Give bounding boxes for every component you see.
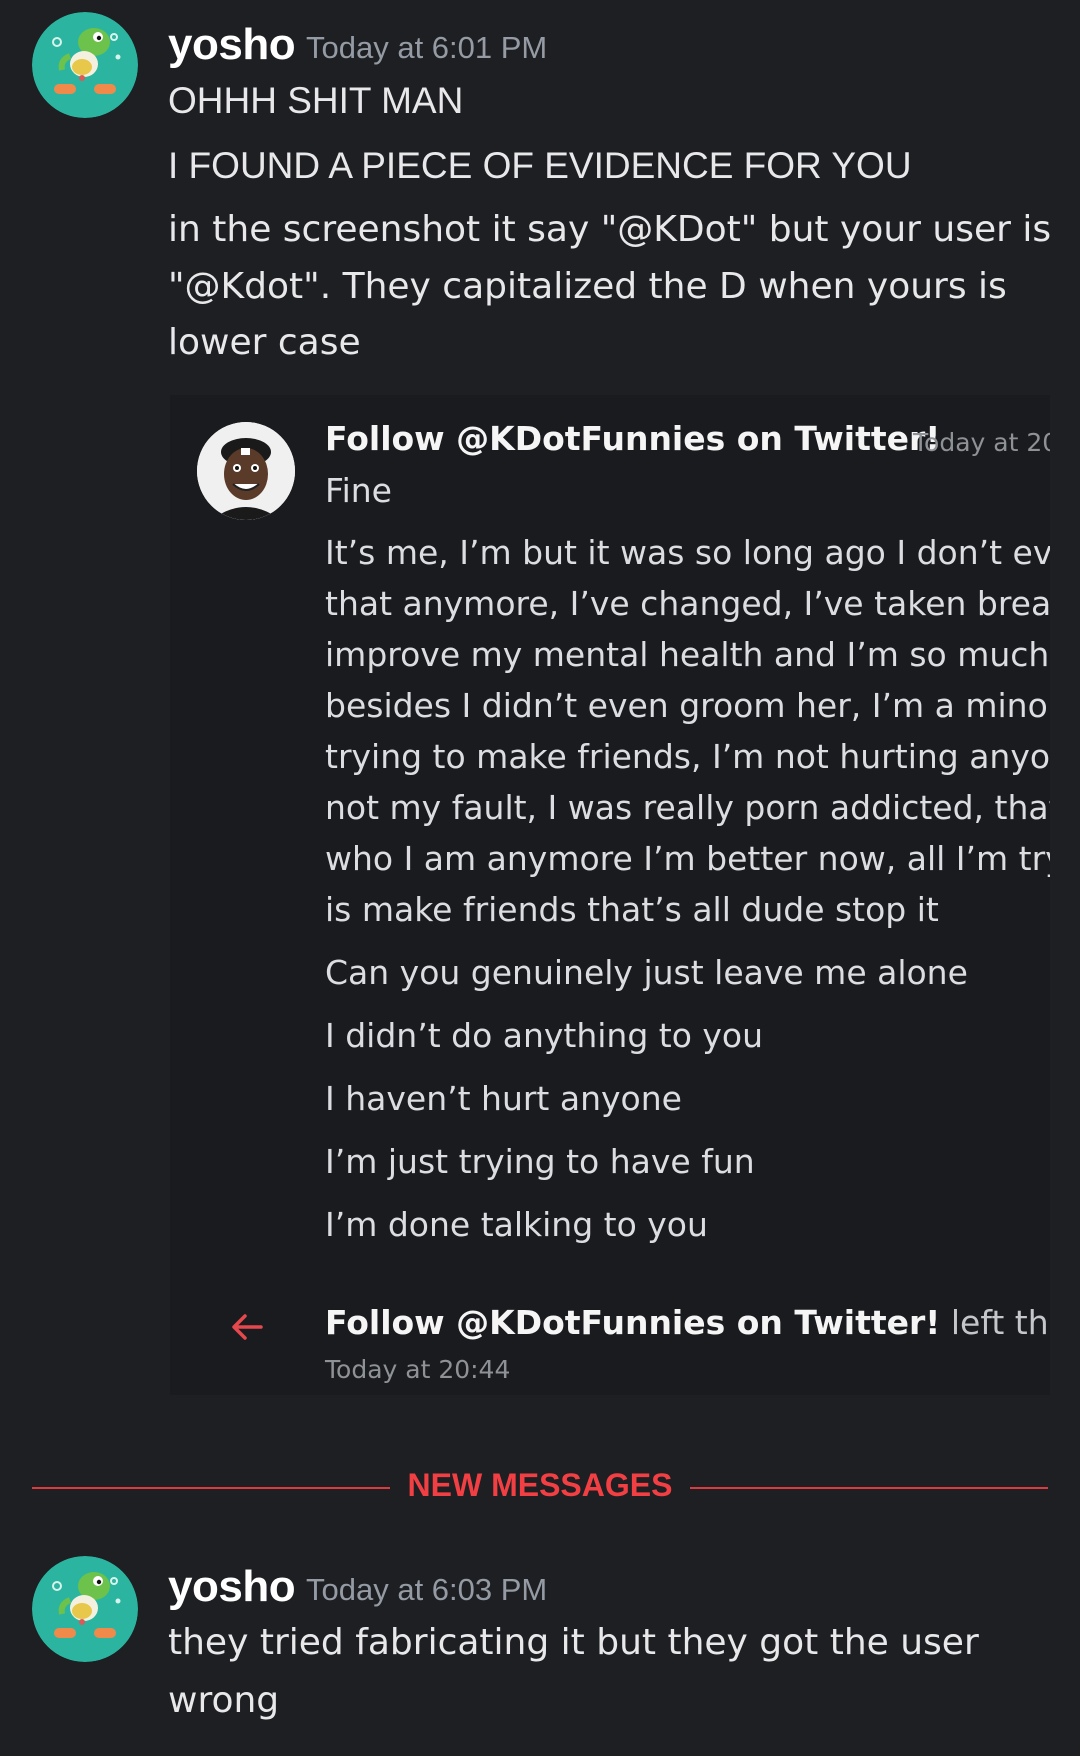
avatar-yosho[interactable] [32,12,138,118]
system-event-username: Follow @KDotFunnies on Twitter! [325,1303,941,1342]
username[interactable]: yosho [168,1562,296,1612]
new-messages-label: NEW MESSAGES [389,1467,691,1503]
message-line: wrong [168,1680,280,1721]
attachment-line: is make friends that’s all dude stop it [325,890,939,929]
attachment-line: not my fault, I was really porn addicted… [325,788,1050,827]
system-event-action: left the gr [950,1303,1050,1342]
attachment-line: Fine [325,471,392,510]
arrow-left-icon [232,1314,263,1340]
attachment-username: Follow @KDotFunnies on Twitter! [325,419,941,458]
attachment-line: It’s me, I’m but it was so long ago I do… [325,533,1050,572]
image-attachment[interactable]: Follow @KDotFunnies on Twitter! Today at… [170,395,1050,1395]
attachment-line: Can you genuinely just leave me alone [325,953,968,992]
person-avatar-image [197,422,295,520]
yoshi-avatar-image [32,1556,138,1662]
message-line: OHHH SHIT MAN [168,80,464,121]
attachment-line: besides I didn’t even groom her, I’m a m… [325,686,1050,725]
message-line: they tried fabricating it but they got t… [168,1622,979,1663]
attachment-line: who I am anymore I’m better now, all I’m… [325,839,1050,878]
attachment-line: improve my mental health and I’m so much… [325,635,1050,674]
attachment-line: I’m just trying to have fun [325,1142,755,1181]
attachment-line: that anymore, I’ve changed, I’ve taken b… [325,584,1050,623]
message-line: "@Kdot". They capitalized the D when you… [168,266,1007,307]
avatar-yosho[interactable] [32,1556,138,1662]
username[interactable]: yosho [168,20,296,70]
message-line: in the screenshot it say "@KDot" but you… [168,209,1052,250]
timestamp: Today at 6:01 PM [306,30,548,65]
system-event-text: Follow @KDotFunnies on Twitter! left the… [325,1303,1050,1342]
message-2: yosho Today at 6:03 PM they tried fabric… [0,1540,1080,1756]
attachment-timestamp: Today at 20 [913,428,1050,457]
attachment-line: I’m done talking to you [325,1205,708,1244]
attachment-line: trying to make friends, I’m not hurting … [325,737,1050,776]
attachment-line: I didn’t do anything to you [325,1016,764,1055]
message-1: yosho Today at 6:01 PM OHHH SHIT MAN I F… [0,0,1080,1420]
attachment-avatar [197,422,295,520]
yoshi-avatar-image [32,12,138,118]
system-event-timestamp: Today at 20:44 [325,1355,511,1384]
new-messages-divider: NEW MESSAGES [32,1467,1048,1523]
message-line: I FOUND A PIECE OF EVIDENCE FOR YOU [168,145,912,186]
attachment-line: I haven’t hurt anyone [325,1079,682,1118]
timestamp: Today at 6:03 PM [306,1572,548,1607]
message-line: lower case [168,322,361,363]
